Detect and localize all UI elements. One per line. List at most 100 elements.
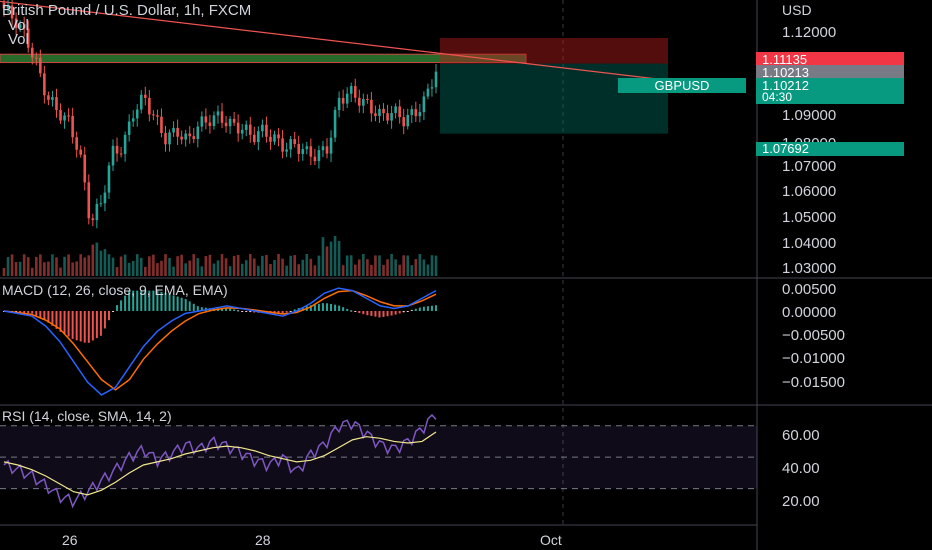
candle	[293, 139, 296, 144]
macd-histogram-bar	[358, 310, 361, 313]
volume-bar	[305, 254, 309, 276]
candle	[91, 218, 95, 221]
volume-bar	[180, 254, 183, 276]
candle	[269, 136, 272, 142]
volume-bar	[75, 261, 78, 276]
candle	[390, 112, 393, 121]
volume-bar	[10, 254, 14, 276]
price-tick-label: 1.07000	[782, 158, 836, 175]
candle	[362, 98, 365, 106]
candle	[325, 146, 329, 154]
macd-line	[3, 287, 437, 396]
volume-bar	[148, 256, 151, 276]
candle	[305, 146, 309, 150]
volume-bar	[196, 258, 200, 276]
volume-bar	[139, 257, 143, 276]
macd-histogram-bar	[342, 307, 345, 311]
candle	[277, 134, 280, 139]
macd-histogram-bar	[71, 310, 74, 339]
candle	[406, 115, 410, 127]
macd-title: MACD (12, 26, close, 9, EMA, EMA)	[2, 282, 228, 298]
volume-bar	[107, 254, 111, 276]
candle	[341, 97, 345, 104]
volume-bar	[329, 241, 333, 276]
macd-histogram-bar	[180, 297, 183, 311]
volume-bar	[6, 257, 10, 276]
candle	[244, 124, 248, 130]
candle	[59, 110, 62, 121]
macd-histogram-bar	[402, 310, 405, 313]
volume-bar	[184, 263, 187, 276]
volume-bar	[418, 254, 422, 276]
symbol-tag: GBPUSD	[618, 78, 746, 93]
volume-bar	[362, 254, 365, 276]
volume-bar	[14, 262, 18, 276]
volume-bar	[30, 267, 34, 276]
candle	[370, 99, 373, 114]
time-tick-label: 26	[62, 532, 78, 548]
macd-histogram-bar	[285, 310, 288, 313]
volume-bar	[224, 258, 228, 276]
volume-bar	[220, 254, 224, 276]
volume-bar	[321, 237, 325, 276]
macd-histogram-bar	[67, 310, 70, 337]
macd-histogram-bar	[435, 305, 437, 311]
candle	[63, 115, 66, 121]
volume-bar	[313, 265, 317, 276]
stop-level-tag: 1.07692	[756, 142, 904, 156]
candle	[410, 109, 414, 116]
volume-bar	[309, 258, 313, 276]
volume-bar	[402, 255, 406, 276]
volume-bar	[156, 263, 159, 276]
candle	[273, 134, 276, 142]
volume-bar	[333, 236, 337, 276]
macd-histogram-bar	[245, 310, 248, 312]
volume-bar	[337, 240, 341, 276]
candle	[123, 134, 127, 154]
volume-bar	[172, 266, 175, 276]
candle	[248, 124, 252, 135]
volume-bar	[394, 259, 397, 276]
volume-bar	[277, 254, 280, 276]
volume-bar	[317, 255, 321, 276]
candle	[232, 118, 236, 123]
macd-tick-label: −0.01000	[782, 350, 845, 367]
volume-bar	[200, 266, 204, 276]
volume-bar	[353, 264, 357, 276]
candle	[75, 137, 78, 150]
volume-bar	[18, 261, 22, 276]
candle	[30, 47, 34, 58]
candle	[200, 116, 204, 127]
candle	[139, 94, 143, 110]
candle	[224, 122, 228, 127]
candle	[51, 97, 54, 100]
candle	[414, 109, 418, 117]
macd-histogram-bar	[188, 301, 191, 311]
macd-histogram-bar	[79, 310, 82, 342]
macd-histogram-bar	[87, 310, 90, 343]
macd-histogram-bar	[176, 296, 179, 311]
macd-histogram-bar	[103, 310, 106, 329]
macd-histogram-bar	[334, 304, 337, 311]
candle	[39, 57, 42, 74]
volume-bar	[253, 258, 256, 276]
macd-histogram-bar	[39, 310, 42, 318]
macd-tick-label: 0.00500	[782, 281, 836, 298]
volume-bar	[232, 255, 236, 276]
macd-tick-label: −0.01500	[782, 374, 845, 391]
candle	[107, 165, 111, 193]
candle	[119, 153, 123, 155]
macd-histogram-bar	[366, 310, 369, 316]
candle	[265, 124, 268, 137]
volume-bar	[103, 249, 107, 276]
candle	[228, 118, 232, 127]
macd-histogram-bar	[31, 310, 34, 314]
volume-bar	[71, 262, 74, 276]
macd-histogram-bar	[325, 303, 328, 311]
volume-bar	[297, 264, 301, 276]
volume-bar	[390, 254, 393, 276]
macd-histogram-bar	[374, 310, 377, 317]
volume-bar	[2, 268, 6, 276]
volume-bar	[285, 265, 288, 276]
macd-tick-label: −0.00500	[782, 327, 845, 344]
